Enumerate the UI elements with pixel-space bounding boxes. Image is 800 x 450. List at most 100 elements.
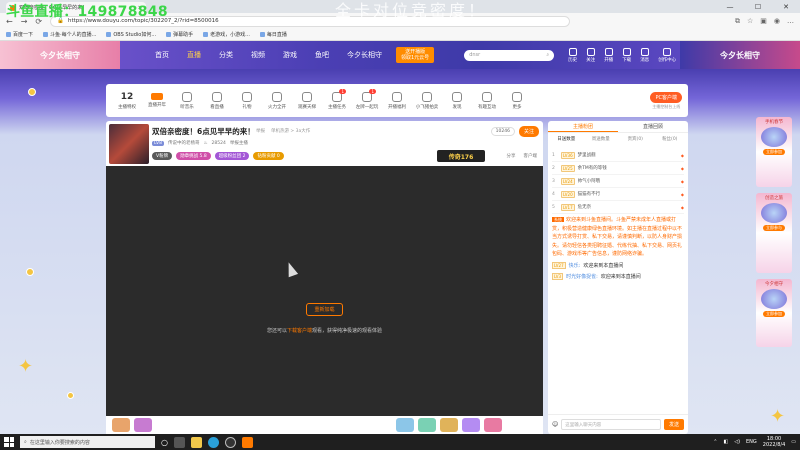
gift-item[interactable] bbox=[134, 418, 152, 432]
obs-icon[interactable] bbox=[224, 436, 236, 448]
rank-row[interactable]: 3 LV24 帅气小阿哦 ◆ bbox=[552, 175, 684, 188]
maximize-icon[interactable]: ☐ bbox=[744, 0, 772, 13]
cat-privilege[interactable]: 12 主播特权 bbox=[112, 92, 142, 110]
anchor-name[interactable]: 传说中的老杨哥 bbox=[168, 140, 200, 146]
ad-button[interactable]: 立即参加 bbox=[763, 149, 785, 155]
windows-start-icon[interactable] bbox=[4, 437, 14, 447]
reload-button[interactable]: 重新加载 bbox=[306, 303, 343, 316]
report-anchor-link[interactable]: 举报主播 bbox=[230, 140, 248, 146]
history-button[interactable]: 历史 bbox=[568, 47, 577, 63]
gift-item[interactable] bbox=[396, 418, 414, 432]
cat-music[interactable]: 听音乐 bbox=[172, 91, 202, 110]
room-category-link[interactable]: 单机热游 > 3a大作 bbox=[271, 128, 310, 134]
cat-live[interactable]: 直播开年 bbox=[142, 93, 172, 108]
rank-row[interactable]: 2 LV25 余TM有的等钱 ◆ bbox=[552, 162, 684, 175]
subtab-fans[interactable]: 粉丝(0) bbox=[654, 136, 687, 142]
minimize-icon[interactable]: — bbox=[716, 0, 744, 13]
bookmark[interactable]: 斗鱼·每个人的直播... bbox=[43, 31, 96, 38]
cat-more[interactable]: 更多 bbox=[502, 91, 532, 110]
message-button[interactable]: 消息 bbox=[640, 47, 649, 63]
video-player[interactable]: 重新加载 您还可以下载客户端观看，获得纯净极速的观看体验 bbox=[106, 166, 543, 416]
diamond-fan-pill[interactable]: 钻粉贡献 0 bbox=[253, 152, 284, 160]
rank-row[interactable]: 1 LV36 梦里战舰 ◆ bbox=[552, 149, 684, 162]
broadcast-button[interactable]: 开播 bbox=[604, 47, 613, 63]
nav-yuba[interactable]: 鱼吧 bbox=[315, 50, 329, 60]
nav-event[interactable]: 今夕长相守 bbox=[347, 50, 382, 60]
gift-item[interactable] bbox=[484, 418, 502, 432]
header-banner[interactable]: 今夕长相守 bbox=[680, 41, 800, 69]
nav-video[interactable]: 视频 bbox=[251, 50, 265, 60]
nav-home[interactable]: 首页 bbox=[155, 50, 169, 60]
profile-icon[interactable]: ◉ bbox=[774, 17, 780, 26]
nav-live[interactable]: 直播 bbox=[187, 50, 201, 60]
rank-row[interactable]: 4 LV20 猫猫有不行 ◆ bbox=[552, 188, 684, 201]
gift-item[interactable] bbox=[112, 418, 130, 432]
ad-banner[interactable]: 手机春节 立即参加 bbox=[756, 117, 792, 187]
bookmark[interactable]: 每日直播 bbox=[259, 31, 287, 38]
search-icon[interactable]: ⌕ bbox=[546, 52, 549, 58]
bookmark[interactable]: 百度一下 bbox=[6, 31, 33, 38]
douyu-icon[interactable] bbox=[241, 436, 253, 448]
gift-item[interactable] bbox=[462, 418, 480, 432]
emoji-icon[interactable]: ☺ bbox=[552, 421, 558, 428]
language-indicator[interactable]: ENG bbox=[746, 439, 757, 445]
cat-interact[interactable]: 有趣互动 bbox=[472, 91, 502, 110]
task-view-icon[interactable]: ○ bbox=[161, 438, 168, 447]
notification-icon[interactable]: ▭ bbox=[791, 439, 796, 445]
share-button[interactable]: 分享 bbox=[507, 153, 516, 159]
gift-item[interactable] bbox=[440, 418, 458, 432]
search-input[interactable]: dnsr ⌕ bbox=[464, 49, 555, 61]
ad-banner[interactable]: 今夕相守 立即参加 bbox=[756, 279, 792, 347]
taskbar-search[interactable]: ⌕ 在这里输入你要搜索的内容 bbox=[20, 436, 155, 448]
edge-icon[interactable] bbox=[207, 436, 219, 448]
ad-banner[interactable]: 创造之旅 立即参与 bbox=[756, 193, 792, 273]
cat-task[interactable]: 1 主播任务 bbox=[322, 88, 352, 110]
bookmark[interactable]: 弹幕助手 bbox=[166, 31, 193, 38]
favorites-icon[interactable]: ☆ bbox=[747, 17, 753, 26]
cat-fire[interactable]: 火力全开 bbox=[262, 91, 292, 110]
cat-together[interactable]: 1 左牌一起玩 bbox=[352, 88, 382, 110]
nav-category[interactable]: 分类 bbox=[219, 50, 233, 60]
client-button[interactable]: 客户端 bbox=[524, 153, 538, 159]
download-client-link[interactable]: 下载客户端 bbox=[287, 328, 312, 334]
collections-icon[interactable]: ▣ bbox=[760, 17, 767, 26]
creator-button[interactable]: 创作中心 bbox=[658, 47, 676, 63]
chat-input[interactable]: 这里输入聊天内容 bbox=[561, 419, 661, 430]
tray-arrow-icon[interactable]: ⌃ bbox=[713, 439, 717, 445]
tab-fan-rank[interactable]: 主播粉团 bbox=[548, 121, 618, 132]
subtab-daily[interactable]: 日送数量 bbox=[550, 136, 583, 142]
cat-ladder[interactable]: 观赛天梯 bbox=[292, 91, 322, 110]
nav-game[interactable]: 游戏 bbox=[283, 50, 297, 60]
volume-icon[interactable]: ◁) bbox=[734, 439, 740, 445]
room-report-link[interactable]: 举报 bbox=[256, 128, 265, 134]
download-button[interactable]: 下载 bbox=[622, 47, 631, 63]
clock[interactable]: 18:00 2022/8/4 bbox=[763, 436, 785, 448]
tab-replay[interactable]: 直播回顾 bbox=[618, 121, 688, 132]
send-button[interactable]: 发送 bbox=[663, 419, 684, 430]
download-promo-button[interactable]: 送开播版 领取1元云号 bbox=[396, 47, 435, 63]
subtab-vip[interactable]: 贵宾(0) bbox=[619, 136, 652, 142]
more-icon[interactable]: … bbox=[787, 17, 794, 26]
ad-button[interactable]: 立即参与 bbox=[763, 225, 785, 231]
game-badge[interactable]: 传奇176 bbox=[437, 150, 485, 162]
ad-button[interactable]: 立即参加 bbox=[763, 311, 785, 317]
fan-badge-pill[interactable]: V粉牌 bbox=[152, 152, 173, 160]
bookmark[interactable]: OBS Studio如何... bbox=[106, 31, 156, 38]
app-icon[interactable] bbox=[190, 436, 202, 448]
follow-button[interactable]: 关注 bbox=[586, 47, 595, 63]
close-icon[interactable]: ✕ bbox=[772, 0, 800, 13]
fan-club-pill[interactable]: 超级粉丝团 2 bbox=[214, 152, 250, 160]
gift-item[interactable] bbox=[418, 418, 436, 432]
rank-row[interactable]: 5 LV17 危无奈 ◆ bbox=[552, 201, 684, 214]
anchor-avatar[interactable] bbox=[109, 124, 149, 164]
cat-discover[interactable]: 发现 bbox=[442, 91, 472, 110]
site-logo[interactable]: 今夕长相守 bbox=[0, 41, 120, 69]
cat-welfare[interactable]: 开播福利 bbox=[382, 91, 412, 110]
medal-challenge-pill[interactable]: 勋章挑战 5.8 bbox=[176, 152, 211, 160]
pc-client-button[interactable]: PC客户端 主播控制台上线 bbox=[650, 91, 682, 110]
cat-gift[interactable]: 礼物 bbox=[232, 91, 262, 110]
cat-auction[interactable]: 小飞猪拍卖 bbox=[412, 91, 442, 110]
bookmark[interactable]: 老游戏，小游戏... bbox=[203, 31, 250, 38]
app-icon[interactable] bbox=[173, 436, 185, 448]
follow-button[interactable]: 关注 bbox=[518, 126, 539, 137]
